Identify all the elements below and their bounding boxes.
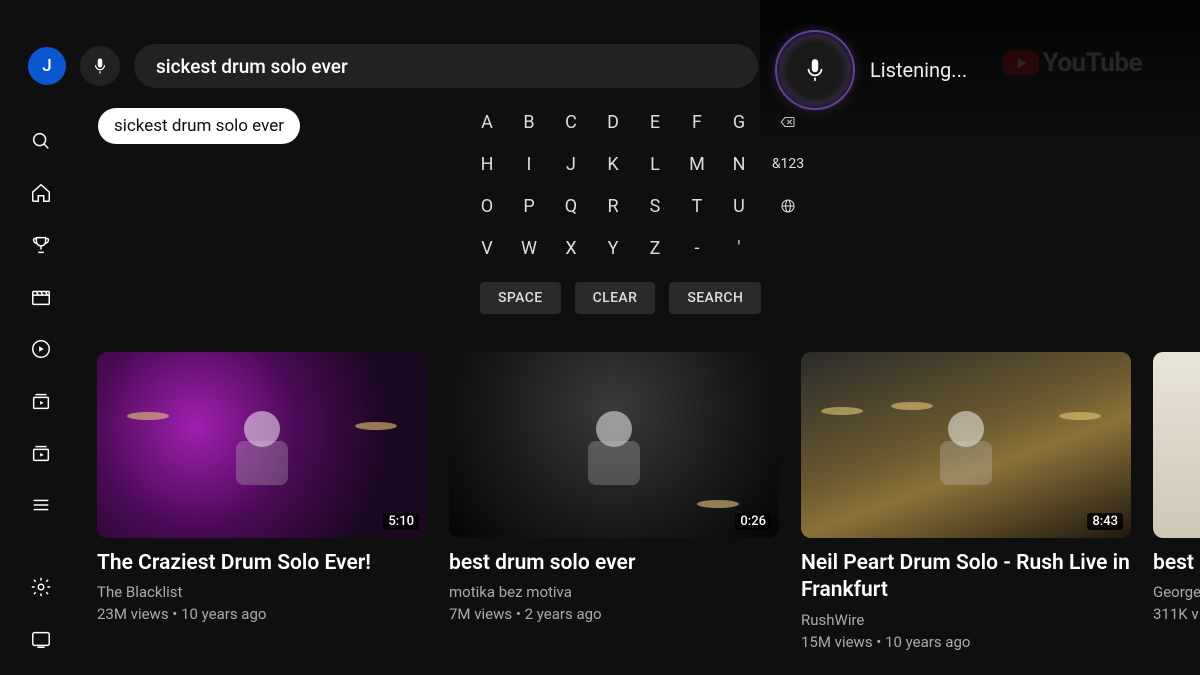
key-v[interactable]: V [466, 234, 508, 262]
top-row: J sickest drum solo ever [28, 44, 758, 88]
listening-label: Listening... [870, 58, 967, 82]
video-channel: The Blacklist [97, 583, 427, 601]
key-f[interactable]: F [676, 108, 718, 136]
avatar[interactable]: J [28, 47, 66, 85]
video-card[interactable]: 8:43 Neil Peart Drum Solo - Rush Live in… [801, 352, 1131, 651]
key-z[interactable]: Z [634, 234, 676, 262]
key-t[interactable]: T [676, 192, 718, 220]
movies-icon[interactable] [30, 286, 52, 308]
key-n[interactable]: N [718, 150, 760, 178]
language-key[interactable] [760, 192, 816, 220]
video-channel: motika bez motiva [449, 583, 779, 601]
video-title: best drum solo ever [449, 550, 779, 577]
subscriptions-icon[interactable] [30, 390, 52, 412]
key-b[interactable]: B [508, 108, 550, 136]
menu-icon[interactable] [30, 494, 52, 516]
video-channel: RushWire [801, 611, 1131, 629]
clear-key[interactable]: CLEAR [575, 282, 656, 314]
key-r[interactable]: R [592, 192, 634, 220]
video-meta: 23M views • 10 years ago [97, 605, 427, 623]
video-card[interactable]: best George 311K v [1153, 352, 1200, 651]
video-duration: 5:10 [383, 513, 419, 530]
music-icon[interactable] [30, 338, 52, 360]
video-duration: 8:43 [1087, 513, 1123, 530]
video-title: The Craziest Drum Solo Ever! [97, 550, 427, 577]
cast-icon[interactable] [30, 628, 52, 650]
key-p[interactable]: P [508, 192, 550, 220]
key-s[interactable]: S [634, 192, 676, 220]
video-duration: 0:26 [735, 513, 771, 530]
key-a[interactable]: A [466, 108, 508, 136]
key-i[interactable]: I [508, 150, 550, 178]
key-e[interactable]: E [634, 108, 676, 136]
key-l[interactable]: L [634, 150, 676, 178]
youtube-wordmark: YouTube [1043, 48, 1142, 78]
key-x[interactable]: X [550, 234, 592, 262]
video-meta: 15M views • 10 years ago [801, 633, 1131, 651]
sidebar [0, 0, 82, 675]
listening-mic-icon [780, 35, 850, 105]
home-icon[interactable] [30, 182, 52, 204]
settings-icon[interactable] [30, 576, 52, 598]
search-icon[interactable] [30, 130, 52, 152]
space-key[interactable]: SPACE [480, 282, 561, 314]
key-j[interactable]: J [550, 150, 592, 178]
key-h[interactable]: H [466, 150, 508, 178]
video-card[interactable]: 5:10 The Craziest Drum Solo Ever! The Bl… [97, 352, 427, 651]
video-thumbnail[interactable] [1153, 352, 1200, 538]
video-meta: 311K v [1153, 605, 1200, 623]
video-title: Neil Peart Drum Solo - Rush Live in Fran… [801, 550, 1131, 605]
key-k[interactable]: K [592, 150, 634, 178]
youtube-play-icon [1003, 51, 1039, 75]
results-row: 5:10 The Craziest Drum Solo Ever! The Bl… [97, 352, 1200, 651]
key-y[interactable]: Y [592, 234, 634, 262]
key-q[interactable]: Q [550, 192, 592, 220]
library-icon[interactable] [30, 442, 52, 464]
search-key[interactable]: SEARCH [669, 282, 761, 314]
key-c[interactable]: C [550, 108, 592, 136]
video-channel: George [1153, 583, 1200, 601]
key-d[interactable]: D [592, 108, 634, 136]
key-g[interactable]: G [718, 108, 760, 136]
video-meta: 7M views • 2 years ago [449, 605, 779, 623]
youtube-logo: YouTube [1003, 48, 1142, 78]
search-suggestion-chip[interactable]: sickest drum solo ever [98, 108, 300, 144]
video-card[interactable]: 0:26 best drum solo ever motika bez moti… [449, 352, 779, 651]
search-input[interactable]: sickest drum solo ever [134, 44, 758, 88]
video-thumbnail[interactable]: 8:43 [801, 352, 1131, 538]
key-dash[interactable]: - [676, 234, 718, 262]
key-w[interactable]: W [508, 234, 550, 262]
voice-search-button[interactable] [80, 46, 120, 86]
video-thumbnail[interactable]: 0:26 [449, 352, 779, 538]
key-o[interactable]: O [466, 192, 508, 220]
numbers-key[interactable]: &123 [760, 150, 816, 178]
trophy-icon[interactable] [30, 234, 52, 256]
key-apostrophe[interactable]: ' [718, 234, 760, 262]
video-thumbnail[interactable]: 5:10 [97, 352, 427, 538]
key-u[interactable]: U [718, 192, 760, 220]
video-title: best [1153, 550, 1200, 577]
key-m[interactable]: M [676, 150, 718, 178]
